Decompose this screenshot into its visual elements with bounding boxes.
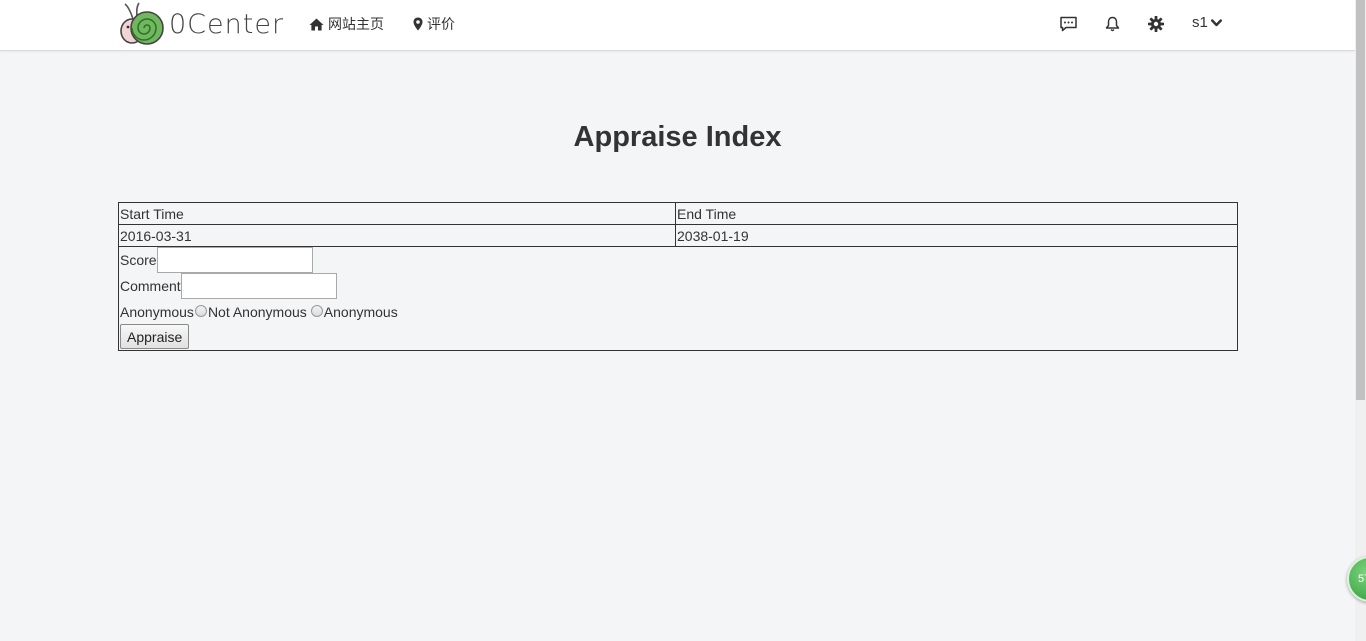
scrollbar-thumb[interactable]: [1356, 0, 1365, 400]
comment-row: Comment: [120, 273, 1236, 299]
end-time-header: End Time: [675, 202, 1238, 225]
start-time-value: 2016-03-31: [118, 224, 676, 247]
comment-icon: [1059, 16, 1077, 32]
table-header-row: Start Time End Time: [118, 202, 1238, 225]
notifications-button[interactable]: [1103, 15, 1121, 33]
user-name: s1: [1192, 14, 1208, 31]
nav-home-label: 网站主页: [328, 16, 384, 32]
appraise-button[interactable]: Appraise: [120, 324, 190, 349]
gear-icon: [1148, 16, 1164, 32]
nav-appraise-label: 评价: [427, 16, 455, 32]
snail-logo-icon: [120, 2, 164, 45]
logo-text: 0Center: [169, 8, 285, 40]
score-label: Score: [120, 252, 157, 268]
vertical-scrollbar[interactable]: [1355, 0, 1366, 641]
nav-home-link[interactable]: 网站主页: [309, 14, 384, 34]
settings-button[interactable]: [1147, 15, 1165, 33]
score-input[interactable]: [156, 247, 313, 273]
bell-icon: [1105, 16, 1119, 32]
comment-label: Comment: [120, 278, 181, 294]
anonymous-radio[interactable]: [310, 304, 323, 317]
messages-button[interactable]: [1059, 15, 1077, 33]
floating-badge[interactable]: 57: [1347, 556, 1366, 602]
score-row: Score: [120, 247, 1236, 273]
submit-row: Appraise: [120, 323, 1236, 349]
page-title: Appraise Index: [573, 121, 782, 153]
not-anonymous-option-label: Not Anonymous: [207, 304, 307, 320]
start-time-header: Start Time: [118, 202, 676, 225]
home-icon: [309, 18, 324, 30]
appraise-table: Start Time End Time 2016-03-31 2038-01-1…: [118, 202, 1238, 351]
not-anonymous-radio[interactable]: [194, 304, 207, 317]
form-row: Score Comment Anonymous Not Anonymous An…: [118, 246, 1238, 351]
user-menu[interactable]: s1: [1192, 14, 1222, 31]
anonymous-option-label: Anonymous: [323, 304, 398, 320]
appraise-form: Score Comment Anonymous Not Anonymous An…: [118, 246, 1238, 351]
end-time-value: 2038-01-19: [675, 224, 1238, 247]
table-row: 2016-03-31 2038-01-19: [118, 224, 1238, 247]
comment-input[interactable]: [180, 273, 337, 299]
anonymous-row: Anonymous Not Anonymous Anonymous: [120, 299, 1236, 323]
badge-text: 57: [1358, 573, 1366, 585]
anonymous-label: Anonymous: [120, 304, 194, 320]
nav-appraise-link[interactable]: 评价: [413, 14, 455, 34]
logo[interactable]: 0Center: [119, 1, 284, 47]
map-marker-icon: [413, 17, 423, 31]
chevron-down-icon: [1210, 18, 1222, 26]
top-navbar: 0Center 网站主页 评价 s1: [0, 0, 1355, 51]
